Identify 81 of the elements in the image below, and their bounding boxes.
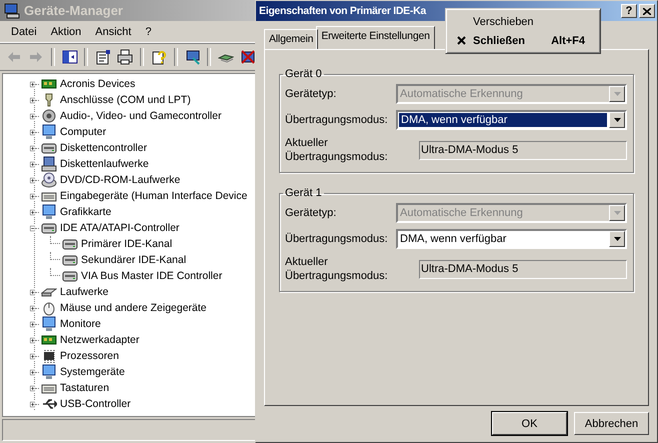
field-label: Übertragungsmodus: [285,233,389,245]
monitor-icon [41,124,57,140]
expand-icon[interactable] [30,208,36,216]
tree-item[interactable]: Acronis Devices [60,78,136,90]
expand-icon[interactable] [30,352,36,360]
dialog-button[interactable]: OK [492,412,567,435]
tree-item[interactable]: Netzwerkadapter [60,334,140,346]
expand-icon[interactable] [30,160,36,168]
speaker-icon [41,108,57,124]
field-label: Übertragungsmodus: [285,114,389,126]
tree-item[interactable]: Primärer IDE-Kanal [81,238,172,250]
field-label: Gerätetyp: [285,207,338,219]
readonly-field: Ultra-DMA-Modus 5 [419,260,627,278]
menu-item[interactable]: Ansicht [88,26,138,38]
caret-icon [614,237,620,241]
expand-icon[interactable] [30,192,36,200]
field-label: Aktueller Übertragungsmodus: [285,136,389,164]
tree-item[interactable]: DVD/CD-ROM-Laufwerke [60,174,180,186]
monitor-icon [41,316,57,332]
expand-icon[interactable] [30,288,36,296]
readonly-field: Ultra-DMA-Modus 5 [419,140,627,160]
close-icon [456,36,466,45]
tree-item[interactable]: Eingabegeräte (Human Interface Device [60,190,248,202]
help-button[interactable]: ? [621,4,637,18]
caret-icon [614,118,620,122]
tree-item[interactable]: Sekundärer IDE-Kanal [81,254,186,266]
dialog-title: Eigenschaften von Primärer IDE-Ka [259,5,428,17]
field-label: Gerätetyp: [285,88,338,100]
chip-icon [41,348,57,364]
expand-icon[interactable] [30,320,36,328]
expand-icon[interactable] [30,304,36,312]
mouse-icon [41,300,57,316]
menu-item[interactable]: ? [138,26,158,38]
expand-icon[interactable] [30,112,36,120]
tree-item[interactable]: Laufwerke [60,286,108,298]
close-button[interactable] [639,4,655,18]
expand-icon[interactable] [30,144,36,152]
caret-icon [614,92,620,96]
menu-item[interactable]: Datei [4,26,44,38]
tree-item[interactable]: IDE ATA/ATAPI-Controller [60,222,180,234]
window-title: Geräte-Manager [24,3,123,18]
tree-item[interactable]: Prozessoren [60,350,119,362]
tab[interactable]: Allgemein [264,29,318,49]
tree-item[interactable]: VIA Bus Master IDE Controller [81,270,222,282]
computer-icon [4,2,20,18]
collapse-icon[interactable] [30,224,36,232]
tree-item[interactable]: Mäuse und andere Zeigegeräte [60,302,207,314]
cd-disc-icon [41,172,57,188]
monitor-icon [41,364,57,380]
dialog-button[interactable]: Abbrechen [574,412,649,435]
expand-icon[interactable] [30,128,36,136]
dropdown[interactable]: DMA, wenn verfügbar [396,229,627,249]
tree-item[interactable]: Grafikkarte [60,206,112,218]
expand-icon[interactable] [30,384,36,392]
tree-item[interactable]: Tastaturen [60,382,110,394]
floppy-drive-icon [41,156,57,172]
expand-icon[interactable] [30,336,36,344]
menu-item[interactable]: Verschieben [449,12,597,31]
group-title: Gerät 0 [284,68,323,80]
caret-icon [614,211,620,215]
tab[interactable]: Erweiterte Einstellungen [316,26,435,49]
tree-item[interactable]: Systemgeräte [60,366,125,378]
close-icon [643,8,651,14]
menu-item[interactable]: Aktion [44,26,88,38]
tree-item[interactable]: Computer [60,126,106,138]
tree-item[interactable]: Diskettenlaufwerke [60,158,149,170]
field-label: Aktueller Übertragungsmodus: [285,255,389,283]
tree-item[interactable]: Audio-, Video- und Gamecontroller [60,110,222,122]
tree-item[interactable]: USB-Controller [60,398,131,410]
expand-icon[interactable] [30,400,36,408]
expand-icon[interactable] [30,96,36,104]
tree-item[interactable]: Diskettencontroller [60,142,147,154]
expand-icon[interactable] [30,368,36,376]
menu-item[interactable]: Schließen Alt+F4 [449,31,597,50]
monitor-icon [41,204,57,220]
tree-item[interactable]: Anschlüsse (COM und LPT) [60,94,191,106]
expand-icon[interactable] [30,80,36,88]
expand-icon[interactable] [30,176,36,184]
dropdown[interactable]: DMA, wenn verfügbar [396,110,627,130]
tree-item[interactable]: Monitore [60,318,101,330]
group-title: Gerät 1 [284,187,323,199]
